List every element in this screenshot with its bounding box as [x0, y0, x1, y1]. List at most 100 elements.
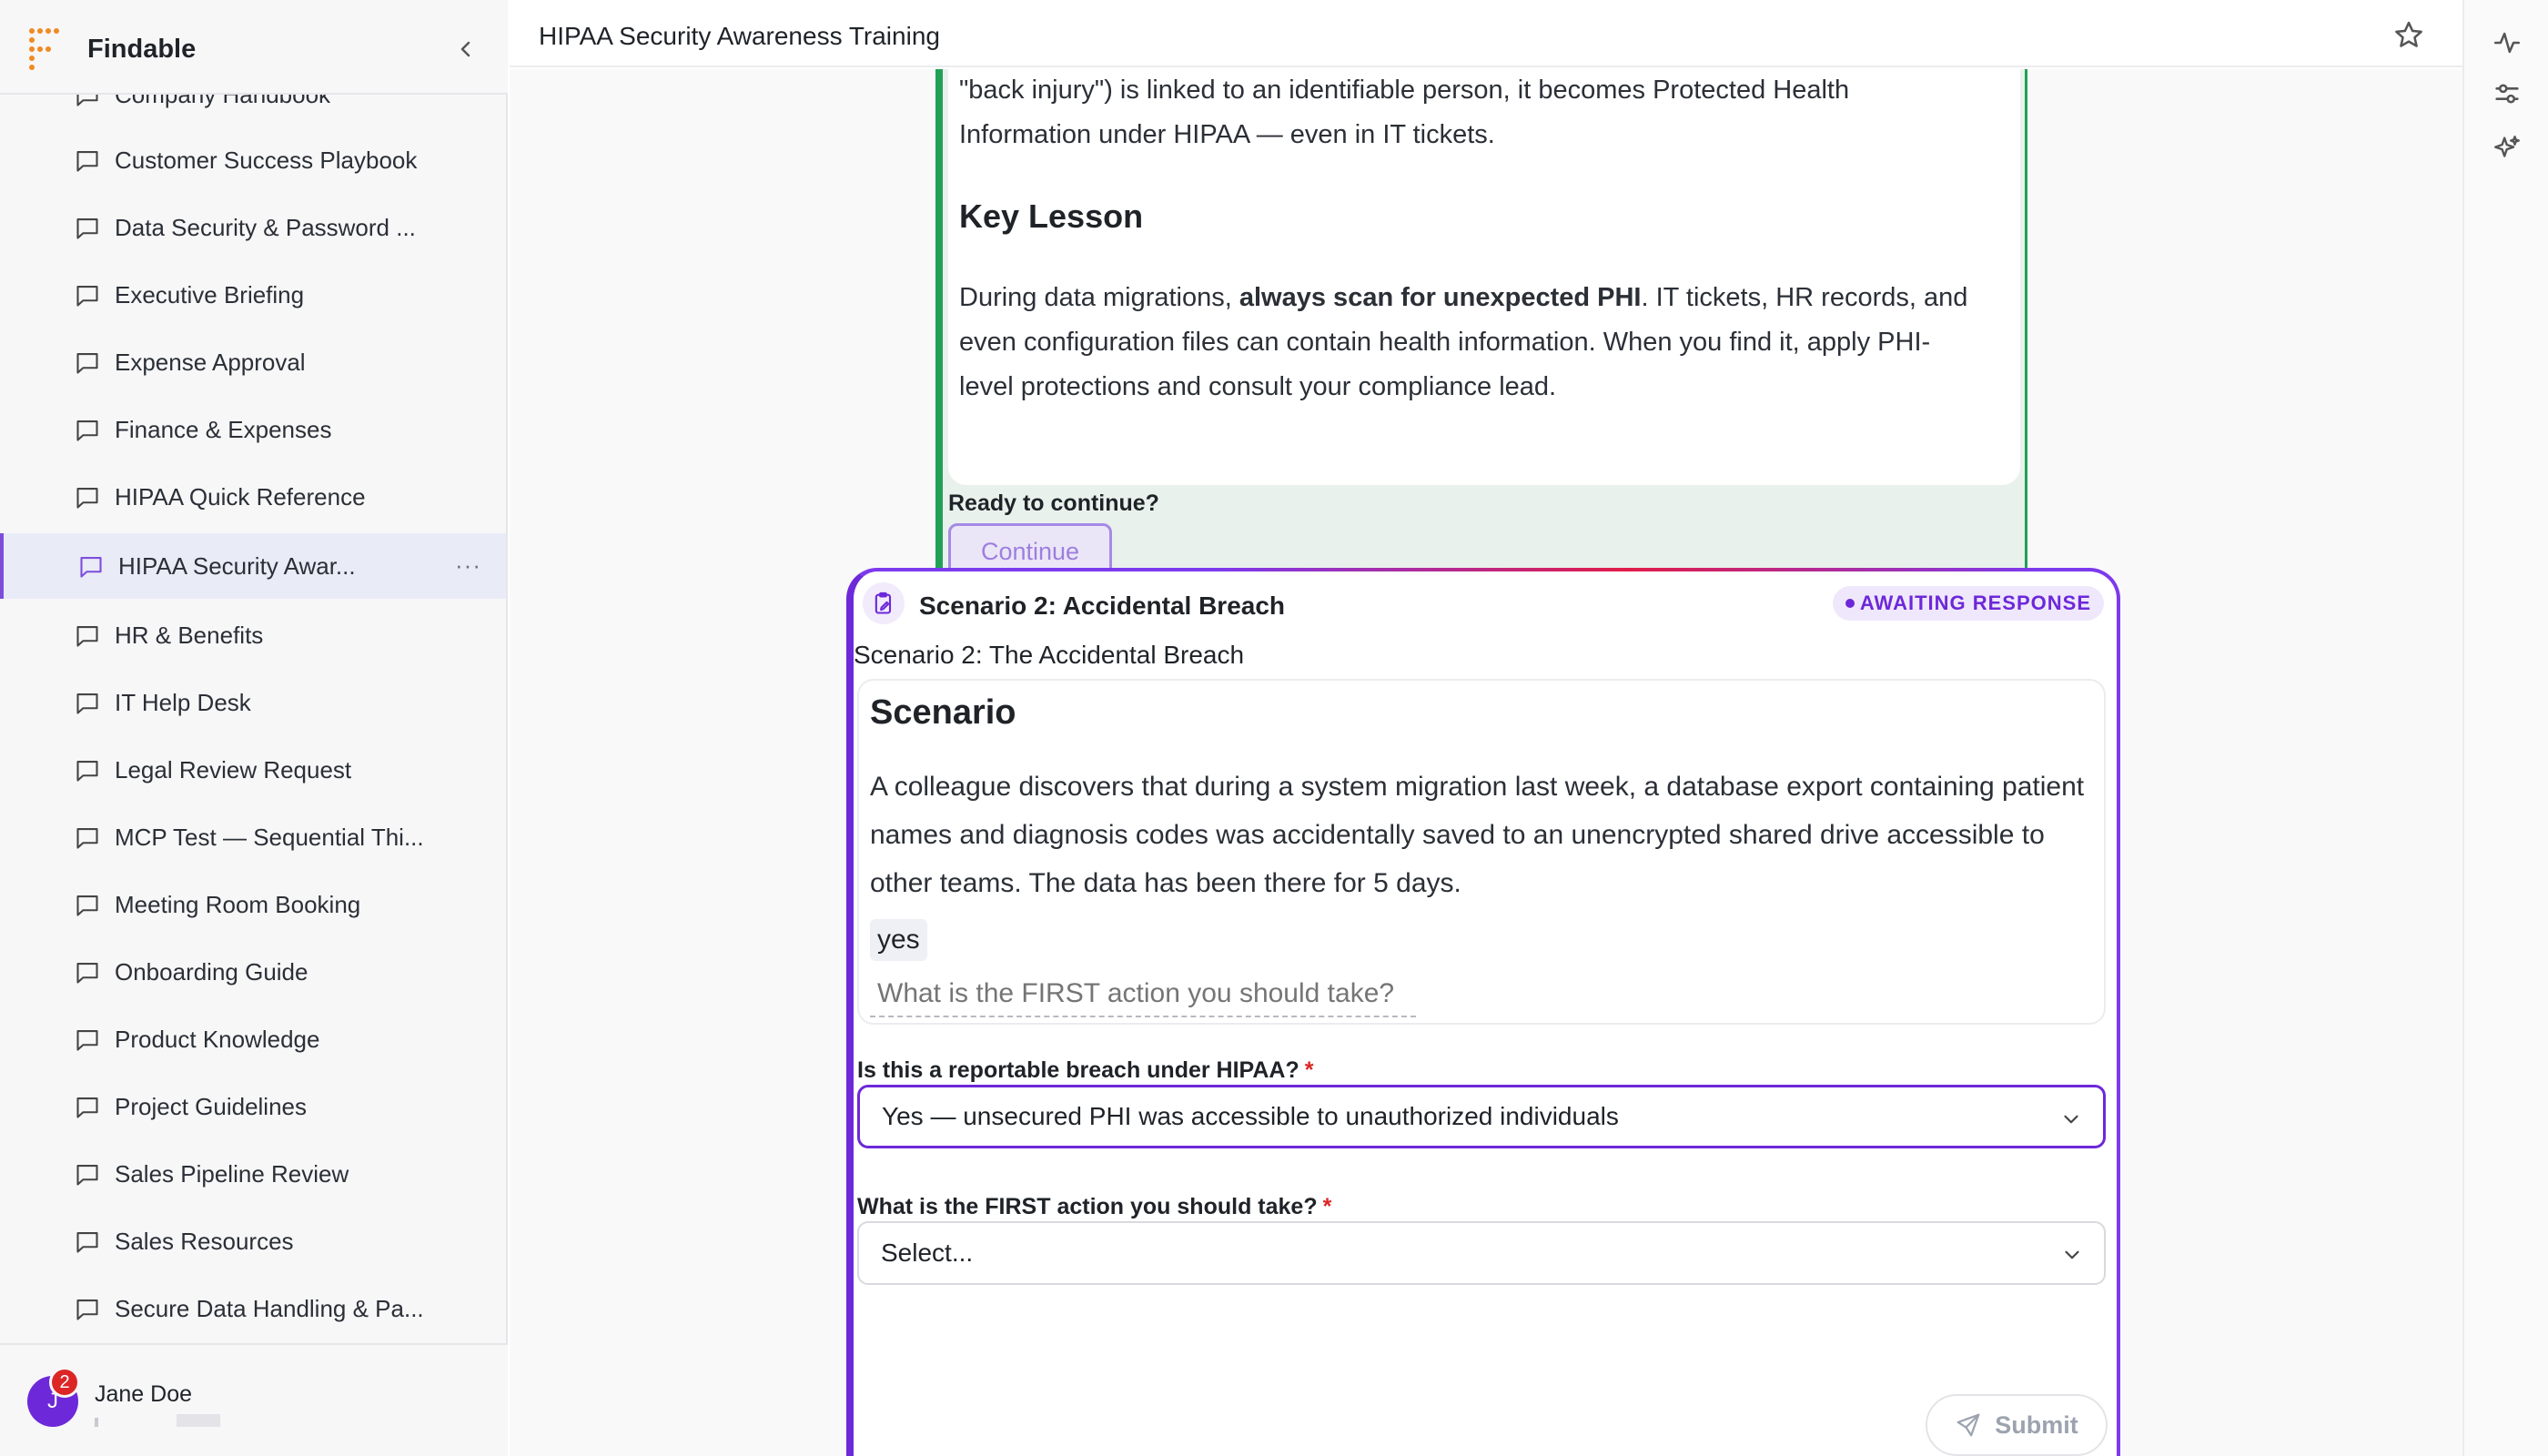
sidebar-item-label: IT Help Desk [115, 688, 251, 716]
sidebar-item[interactable]: MCP Test — Sequential Thi... [0, 804, 506, 870]
sidebar-item[interactable]: Legal Review Request [0, 737, 506, 803]
sidebar-item-label: HR & Benefits [115, 621, 264, 649]
lesson-line-3: level protections and consult your compl… [959, 372, 1557, 401]
chevron-down-icon [2064, 1115, 2078, 1124]
key-lesson-heading: Key Lesson [959, 197, 1144, 235]
breach-select[interactable]: Yes — unsecured PHI was accessible to un… [857, 1085, 2106, 1148]
send-icon [1956, 1413, 1980, 1437]
sidebar-item-label: Expense Approval [115, 348, 306, 376]
sidebar-item-label: Customer Success Playbook [115, 146, 418, 174]
lesson-line-1: During data migrations, always scan for … [959, 283, 1968, 312]
activity-icon[interactable] [2492, 27, 2523, 58]
chat-bubble-icon [76, 895, 98, 916]
sidebar-item-label: Data Security & Password ... [115, 213, 416, 241]
previous-step-card: "back injury") is linked to an identifia… [935, 69, 2027, 617]
sidebar-item[interactable]: Product Knowledge [0, 1006, 506, 1072]
status-dot-icon [1845, 599, 1855, 608]
sidebar-item[interactable]: Executive Briefing [0, 262, 506, 328]
brand-header: Findable [0, 0, 508, 95]
sidebar-item[interactable]: HIPAA Security Awar... ··· [0, 533, 506, 599]
sidebar-item[interactable]: HIPAA Quick Reference [0, 464, 506, 530]
ready-prompt: Ready to continue? [948, 490, 1159, 516]
notification-badge: 2 [49, 1367, 80, 1398]
first-action-select[interactable]: Select... [857, 1221, 2106, 1285]
sidebar-item[interactable]: HR & Benefits [0, 602, 506, 668]
sidebar-item[interactable]: Sales Resources [0, 1208, 506, 1274]
answer-chip[interactable]: yes [870, 919, 927, 961]
scenario-description: A colleague discovers that during a syst… [870, 772, 2085, 898]
user-subtitle-redacted [95, 1414, 231, 1427]
chat-bubble-icon [76, 95, 98, 106]
user-name: Jane Doe [95, 1381, 193, 1407]
scenario-card: Scenario 2: Accidental Breach AWAITING R… [846, 568, 2120, 1456]
sidebar-item[interactable]: Data Security & Password ... [0, 195, 506, 260]
chat-bubble-icon [76, 626, 98, 647]
main-content: "back injury") is linked to an identifia… [510, 69, 2462, 1456]
user-profile[interactable]: J 2 Jane Doe [0, 1343, 508, 1456]
sidebar-item[interactable]: Company Handbook [0, 95, 506, 127]
app-name: Findable [87, 35, 197, 64]
chat-bubble-icon [76, 761, 98, 782]
chat-bubble-icon [76, 353, 98, 374]
sliders-icon[interactable] [2492, 78, 2523, 109]
sidebar-item[interactable]: Meeting Room Booking [0, 872, 506, 937]
chat-bubble-icon [76, 1165, 98, 1186]
sidebar-item[interactable]: Onboarding Guide [0, 939, 506, 1005]
scenario-box: Scenario A colleague discovers that duri… [857, 679, 2106, 1025]
sidebar-item-label: Finance & Expenses [115, 415, 332, 443]
sidebar-item[interactable]: IT Help Desk [0, 670, 506, 735]
sidebar: Findable Company Handbook Customer Succes… [0, 0, 508, 1456]
chat-bubble-icon [76, 1232, 98, 1253]
sidebar-item-label: Secure Data Handling & Pa... [115, 1294, 424, 1322]
scenario-heading: Scenario [870, 693, 1016, 732]
previous-step-body: "back injury") is linked to an identifia… [948, 69, 2020, 485]
chat-bubble-icon [80, 557, 102, 578]
sidebar-item[interactable]: Project Guidelines [0, 1074, 506, 1139]
sidebar-item-label: Product Knowledge [115, 1025, 320, 1053]
scenario-title: Scenario 2: Accidental Breach [919, 592, 1286, 620]
chat-bubble-icon [76, 828, 98, 849]
sparkles-icon[interactable] [2492, 133, 2523, 164]
sidebar-item-label: HIPAA Security Awar... [118, 551, 356, 580]
chat-bubble-icon [76, 963, 98, 984]
first-action-question-label: What is the FIRST action you should take… [857, 1194, 1332, 1219]
chat-bubble-icon [76, 420, 98, 441]
chat-bubble-icon [76, 1030, 98, 1051]
sidebar-item[interactable]: Finance & Expenses [0, 397, 506, 462]
breach-select-value: Yes — unsecured PHI was accessible to un… [882, 1102, 1619, 1130]
sidebar-item[interactable]: Expense Approval [0, 329, 506, 395]
chat-bubble-icon [76, 693, 98, 714]
chat-bubble-icon [76, 286, 98, 307]
more-options-icon[interactable]: ··· [455, 551, 488, 581]
submit-button[interactable]: Submit [1926, 1394, 2108, 1456]
page-title: HIPAA Security Awareness Training [539, 22, 940, 50]
explanation-line-1: "back injury") is linked to an identifia… [959, 76, 1850, 105]
chat-bubble-icon [76, 488, 98, 509]
star-icon[interactable] [2391, 18, 2426, 53]
collapse-sidebar-button[interactable] [450, 33, 482, 66]
lesson-line-2: even configuration files can contain hea… [959, 328, 1931, 357]
chat-bubble-icon [76, 218, 98, 239]
sidebar-item-label: Sales Pipeline Review [115, 1159, 349, 1188]
scenario-subtitle: Scenario 2: The Accidental Breach [854, 641, 1245, 669]
clipboard-edit-icon [863, 582, 905, 624]
sidebar-item-label: Sales Resources [115, 1227, 294, 1255]
answer-input[interactable] [870, 972, 1416, 1017]
sidebar-item-label: Executive Briefing [115, 280, 305, 308]
chat-bubble-icon [76, 1299, 98, 1320]
page-header: HIPAA Security Awareness Training [510, 0, 2462, 67]
sidebar-item-label: Company Handbook [115, 95, 330, 109]
sidebar-item-label: Onboarding Guide [115, 957, 308, 986]
sidebar-item[interactable]: Secure Data Handling & Pa... [0, 1276, 506, 1341]
breach-question-label: Is this a reportable breach under HIPAA?… [857, 1057, 1314, 1083]
sidebar-item-label: Project Guidelines [115, 1092, 307, 1120]
status-badge: AWAITING RESPONSE [1832, 586, 2104, 621]
chevron-down-icon [2065, 1250, 2079, 1259]
findable-logo-icon [29, 28, 59, 70]
chevron-left-icon [460, 41, 470, 57]
sidebar-item[interactable]: Sales Pipeline Review [0, 1141, 506, 1207]
first-action-select-value: Select... [881, 1239, 974, 1267]
chat-bubble-icon [76, 151, 98, 172]
card-top-accent [1218, 568, 2037, 571]
sidebar-item[interactable]: Customer Success Playbook [0, 127, 506, 193]
